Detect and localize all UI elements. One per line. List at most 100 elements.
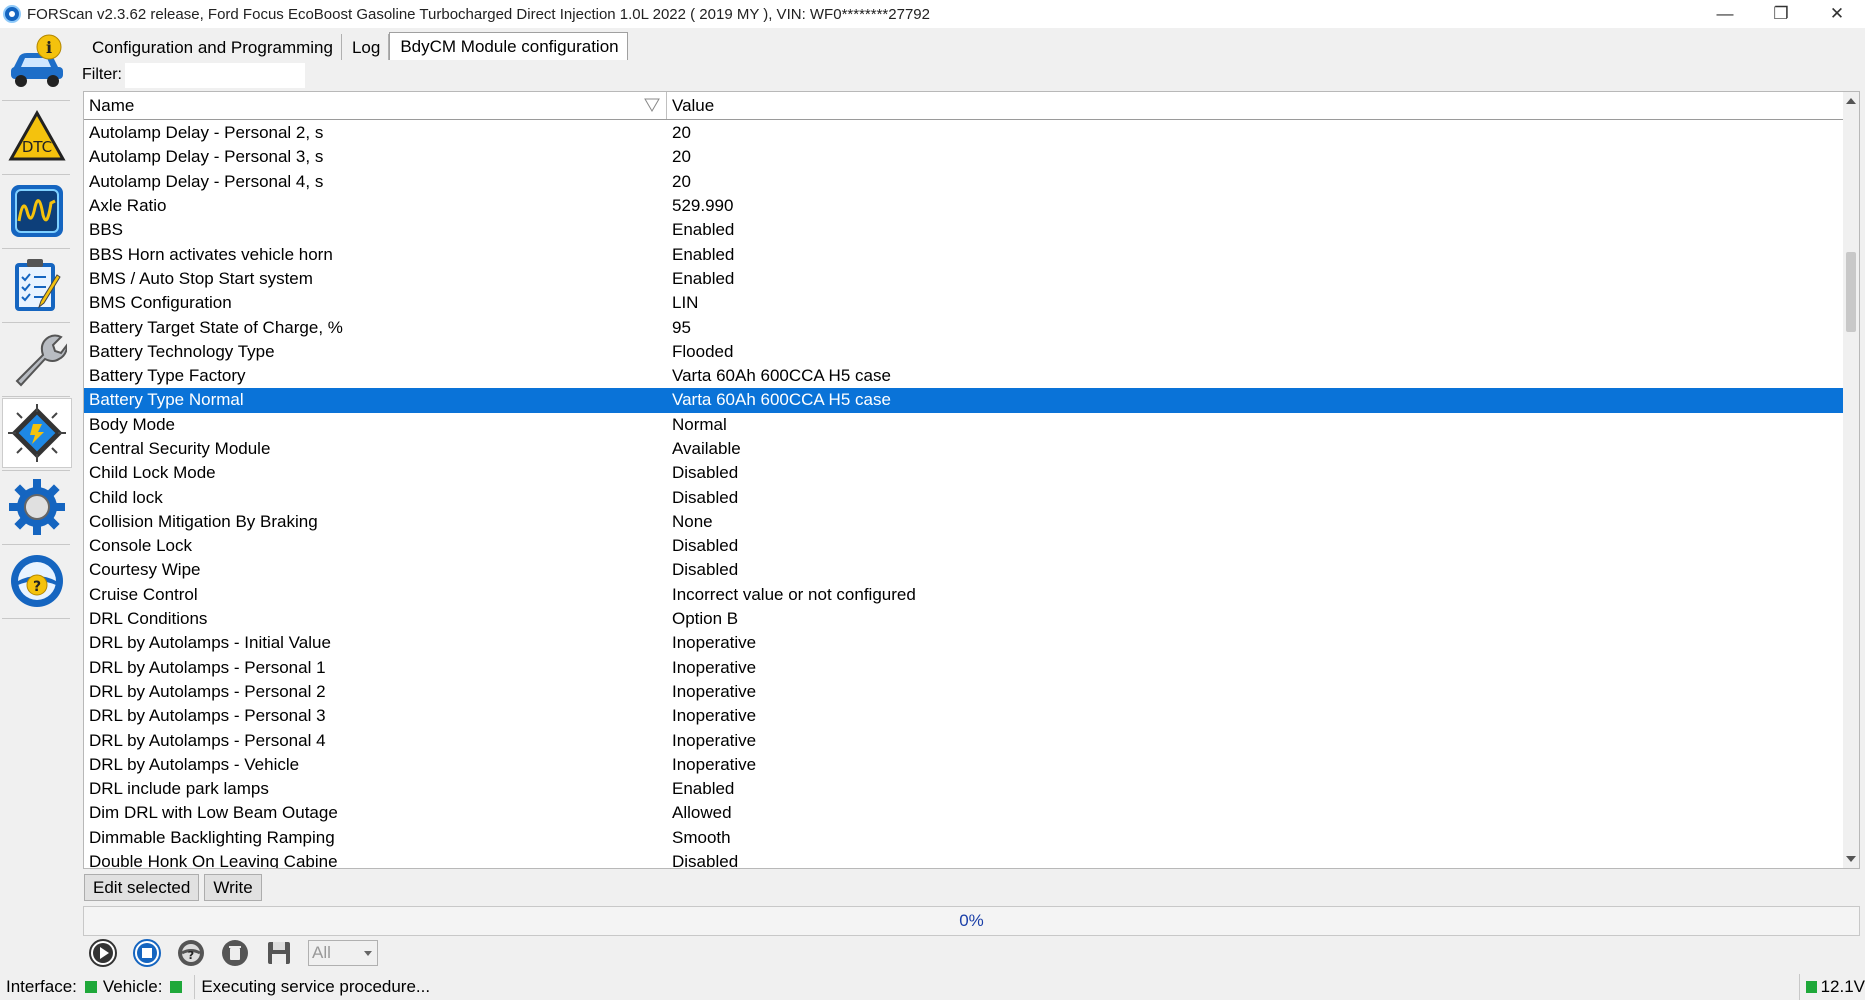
service-procedures-button[interactable] — [2, 250, 72, 320]
table-row[interactable]: BMS / Auto Stop Start system Enabled — [84, 267, 1845, 291]
filter-input[interactable] — [125, 62, 305, 88]
svg-text:i: i — [46, 38, 52, 57]
column-header-name[interactable]: Name — [84, 92, 667, 119]
configuration-button[interactable] — [2, 398, 72, 468]
play-button[interactable] — [88, 938, 118, 968]
cell-value: Disabled — [672, 487, 739, 507]
table-row[interactable]: DRL by Autolamps - Vehicle Inoperative — [84, 753, 1845, 777]
vehicle-info-icon: i — [11, 34, 63, 87]
cell-name: Collision Mitigation By Braking — [89, 511, 318, 531]
table-row[interactable]: Dimmable Backlighting Ramping Smooth — [84, 826, 1845, 850]
cell-name: BMS Configuration — [89, 293, 232, 313]
table-row[interactable]: Autolamp Delay - Personal 2, s 20 — [84, 121, 1845, 145]
edit-selected-button[interactable]: Edit selected — [84, 874, 200, 901]
table-row[interactable]: DRL include park lamps Enabled — [84, 777, 1845, 801]
cell-name: Dimmable Backlighting Ramping — [89, 827, 335, 847]
table-row[interactable]: Console Lock Disabled — [84, 534, 1845, 558]
dtc-icon: DTC — [8, 109, 66, 161]
play-icon — [89, 939, 117, 967]
table-row[interactable]: Child lock Disabled — [84, 485, 1845, 509]
cell-value: Varta 60Ah 600CCA H5 case — [672, 366, 891, 386]
table-row[interactable]: BBS Enabled — [84, 218, 1845, 242]
cell-name: DRL by Autolamps - Personal 2 — [89, 681, 326, 701]
table-row[interactable]: DRL by Autolamps - Personal 1 Inoperative — [84, 656, 1845, 680]
chip-config-icon — [8, 404, 66, 462]
title-bar: FORScan v2.3.62 release, Ford Focus EcoB… — [0, 0, 1865, 28]
service-functions-button[interactable] — [2, 324, 72, 394]
settings-button[interactable] — [2, 472, 72, 542]
cell-value: Inoperative — [672, 657, 757, 677]
table-row[interactable]: DRL Conditions Option B — [84, 607, 1845, 631]
cell-value: Enabled — [672, 244, 735, 264]
window-title: FORScan v2.3.62 release, Ford Focus EcoB… — [27, 5, 930, 23]
oscilloscope-button[interactable] — [2, 176, 72, 246]
table-row[interactable]: BMS Configuration LIN — [84, 291, 1845, 315]
oscilloscope-icon — [11, 185, 63, 237]
table-row[interactable]: Battery Technology Type Flooded — [84, 340, 1845, 364]
save-button[interactable] — [264, 938, 294, 968]
cell-name: DRL Conditions — [89, 609, 208, 629]
forscan-app-icon — [3, 5, 21, 23]
table-row[interactable]: Battery Type Normal Varta 60Ah 600CCA H5 … — [84, 388, 1845, 413]
table-row[interactable]: Cruise Control Incorrect value or not con… — [84, 583, 1845, 607]
cell-value: Enabled — [672, 779, 735, 799]
table-row[interactable]: DRL by Autolamps - Personal 3 Inoperative — [84, 704, 1845, 728]
table-row[interactable]: Courtesy Wipe Disabled — [84, 558, 1845, 582]
table-row[interactable]: Body Mode Normal — [84, 413, 1845, 437]
dtc-button[interactable]: DTC — [2, 102, 72, 172]
table-row[interactable]: Child Lock Mode Disabled — [84, 461, 1845, 485]
cell-value: Available — [672, 439, 741, 458]
cell-name: Child Lock Mode — [89, 463, 216, 483]
table-row[interactable]: DRL by Autolamps - Personal 2 Inoperative — [84, 680, 1845, 704]
clear-button[interactable] — [220, 938, 250, 968]
table-row[interactable]: DRL by Autolamps - Personal 4 Inoperative — [84, 728, 1845, 752]
tab-configuration-and-programming[interactable]: Configuration and Programming — [82, 34, 342, 60]
vehicle-info-button[interactable]: i — [2, 28, 72, 98]
scrollbar-thumb[interactable] — [1846, 252, 1856, 332]
cell-name: Console Lock — [89, 536, 193, 556]
cell-name: Child lock — [89, 487, 163, 507]
table-row[interactable]: DRL by Autolamps - Initial Value Inoperat… — [84, 631, 1845, 655]
table-row[interactable]: Axle Ratio 529.990 — [84, 194, 1845, 218]
action-buttons: Edit selected Write — [84, 874, 262, 901]
cell-value: Disabled — [672, 560, 739, 580]
cell-name: BBS Horn activates vehicle horn — [89, 244, 333, 264]
cell-value: Enabled — [672, 268, 735, 288]
filter-label: Filter: — [82, 66, 122, 83]
checklist-icon — [15, 259, 61, 311]
table-row[interactable]: Double Honk On Leaving Cabine Disabled — [84, 850, 1845, 868]
table-row[interactable]: BBS Horn activates vehicle horn Enabled — [84, 242, 1845, 266]
table-row[interactable]: Autolamp Delay - Personal 3, s 20 — [84, 145, 1845, 169]
help-button[interactable]: ? — [2, 546, 72, 616]
scroll-up-arrow-icon[interactable] — [1846, 98, 1856, 104]
table-body: Autolamp Delay - Personal 2, s 20 Autolamp… — [84, 121, 1845, 868]
stop-button[interactable] — [132, 938, 162, 968]
scroll-down-arrow-icon[interactable] — [1846, 856, 1856, 862]
table-row[interactable]: Battery Target State of Charge, % 95 — [84, 315, 1845, 339]
table-row[interactable]: Central Security Module Available — [84, 437, 1845, 461]
restore-button[interactable]: ❐ — [1753, 0, 1809, 28]
diagnostics-button[interactable]: ? — [176, 938, 206, 968]
table-row[interactable]: Battery Type Factory Varta 60Ah 600CCA H5… — [84, 364, 1845, 388]
cell-name: Courtesy Wipe — [89, 560, 201, 580]
write-button[interactable]: Write — [204, 874, 262, 901]
close-button[interactable]: ✕ — [1809, 0, 1865, 28]
table-row[interactable]: Autolamp Delay - Personal 4, s 20 — [84, 170, 1845, 194]
cell-name: Axle Ratio — [89, 196, 167, 216]
filter-select[interactable]: All — [308, 940, 378, 966]
minimize-button[interactable]: — — [1697, 0, 1753, 28]
tab-log[interactable]: Log — [342, 34, 390, 60]
column-header-value[interactable]: Value — [667, 92, 1845, 119]
table-header: Name Value — [84, 92, 1845, 120]
table-row[interactable]: Collision Mitigation By Braking None — [84, 510, 1845, 534]
status-message-text: Executing service procedure... — [201, 977, 431, 996]
voltage-led-icon — [1806, 981, 1817, 993]
cell-name: Battery Technology Type — [89, 341, 275, 361]
table-row[interactable]: Dim DRL with Low Beam Outage Allowed — [84, 801, 1845, 825]
table-vertical-scrollbar[interactable] — [1843, 92, 1859, 868]
tab-bdycm-module-configuration[interactable]: BdyCM Module configuration — [389, 32, 628, 60]
svg-text:?: ? — [33, 579, 41, 595]
cell-value: Option B — [672, 609, 739, 629]
filter-row: Filter: — [82, 62, 305, 88]
bin-icon — [222, 940, 248, 966]
